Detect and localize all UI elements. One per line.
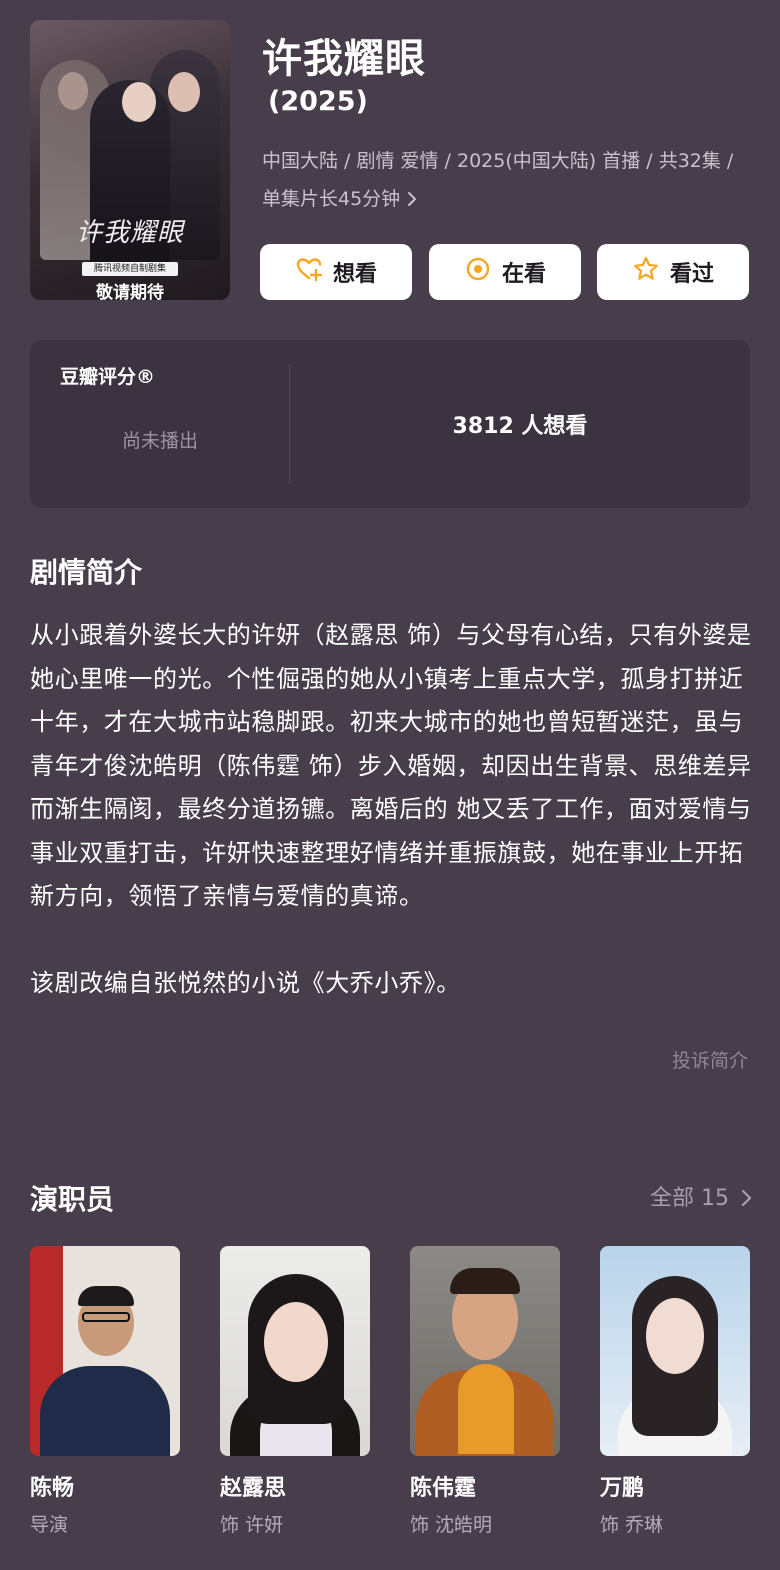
cast-role: 饰 乔琳 bbox=[600, 1514, 664, 1536]
cast-list: 陈畅 导演 赵露思 饰 许妍 陈伟霆 饰 沈皓明 万鹏 饰 乔琳 bbox=[30, 1246, 760, 1546]
rating-card[interactable]: 豆瓣评分® 尚未播出 3812 人想看 bbox=[30, 340, 750, 508]
poster-face bbox=[122, 82, 156, 122]
cast-name: 万鹏 bbox=[600, 1476, 645, 1501]
movie-detail-page: 许我耀眼 腾讯视频自制剧集 敬请期待 许我耀眼 (2025) 中国大陆 / 剧情… bbox=[0, 0, 780, 1570]
report-synopsis-link[interactable]: 投诉简介 bbox=[672, 1046, 748, 1073]
cast-photo bbox=[30, 1246, 180, 1456]
rating-status: 尚未播出 bbox=[121, 430, 198, 452]
release-year: (2025) bbox=[268, 86, 368, 117]
poster-title-art: 许我耀眼 bbox=[75, 218, 184, 248]
poster-face bbox=[168, 72, 200, 112]
poster-image[interactable]: 许我耀眼 腾讯视频自制剧集 敬请期待 bbox=[30, 20, 230, 300]
cast-name: 陈畅 bbox=[30, 1476, 75, 1501]
cast-view-all-label: 全部 15 bbox=[650, 1186, 729, 1211]
cast-card[interactable]: 万鹏 饰 乔琳 bbox=[600, 1246, 750, 1537]
cast-photo bbox=[600, 1246, 750, 1456]
chevron-right-icon bbox=[406, 188, 418, 210]
star-icon bbox=[632, 255, 660, 289]
synopsis-text: 从小跟着外婆长大的许妍（赵露思 饰）与父母有心结，只有外婆是她心里唯一的光。个性… bbox=[30, 614, 755, 1006]
want-to-watch-label: 想看 bbox=[332, 262, 377, 287]
watching-label: 在看 bbox=[501, 262, 546, 287]
chevron-right-icon bbox=[736, 1186, 752, 1211]
want-to-watch-button[interactable]: 想看 bbox=[260, 244, 412, 300]
poster-bottom-text: 敬请期待 bbox=[96, 283, 164, 300]
cast-view-all-link[interactable]: 全部 15 bbox=[650, 1180, 752, 1212]
target-circle-icon bbox=[464, 255, 492, 289]
cast-photo bbox=[410, 1246, 560, 1456]
show-meta-text: 中国大陆 / 剧情 爱情 / 2025(中国大陆) 首播 / 共32集 / 单集… bbox=[262, 150, 734, 210]
poster-tag: 腾讯视频自制剧集 bbox=[82, 262, 178, 276]
poster-face bbox=[58, 72, 88, 110]
action-buttons: 想看 在看 看过 bbox=[260, 244, 750, 300]
synopsis-paragraph: 从小跟着外婆长大的许妍（赵露思 饰）与父母有心结，只有外婆是她心里唯一的光。个性… bbox=[30, 621, 752, 910]
cast-photo bbox=[220, 1246, 370, 1456]
page-title: 许我耀眼 bbox=[262, 36, 426, 82]
watching-button[interactable]: 在看 bbox=[429, 244, 581, 300]
watched-button[interactable]: 看过 bbox=[597, 244, 749, 300]
cast-name: 赵露思 bbox=[220, 1476, 287, 1501]
cast-role: 导演 bbox=[30, 1514, 69, 1536]
cast-card[interactable]: 陈伟霆 饰 沈皓明 bbox=[410, 1246, 560, 1537]
cast-card[interactable]: 赵露思 饰 许妍 bbox=[220, 1246, 370, 1537]
douban-rating-label: 豆瓣评分® bbox=[60, 366, 156, 388]
watched-label: 看过 bbox=[669, 262, 714, 287]
cast-name: 陈伟霆 bbox=[410, 1476, 477, 1501]
show-meta-info[interactable]: 中国大陆 / 剧情 爱情 / 2025(中国大陆) 首播 / 共32集 / 单集… bbox=[262, 142, 752, 218]
cast-role: 饰 沈皓明 bbox=[410, 1514, 493, 1536]
synopsis-paragraph: 该剧改编自张悦然的小说《大乔小乔》。 bbox=[30, 969, 461, 997]
cast-card[interactable]: 陈畅 导演 bbox=[30, 1246, 180, 1537]
want-count: 3812 人想看 bbox=[452, 414, 588, 439]
cast-role: 饰 许妍 bbox=[220, 1514, 284, 1536]
cast-section-title: 演职员 bbox=[30, 1183, 115, 1216]
heart-plus-icon bbox=[295, 255, 323, 289]
synopsis-title: 剧情简介 bbox=[30, 556, 143, 589]
